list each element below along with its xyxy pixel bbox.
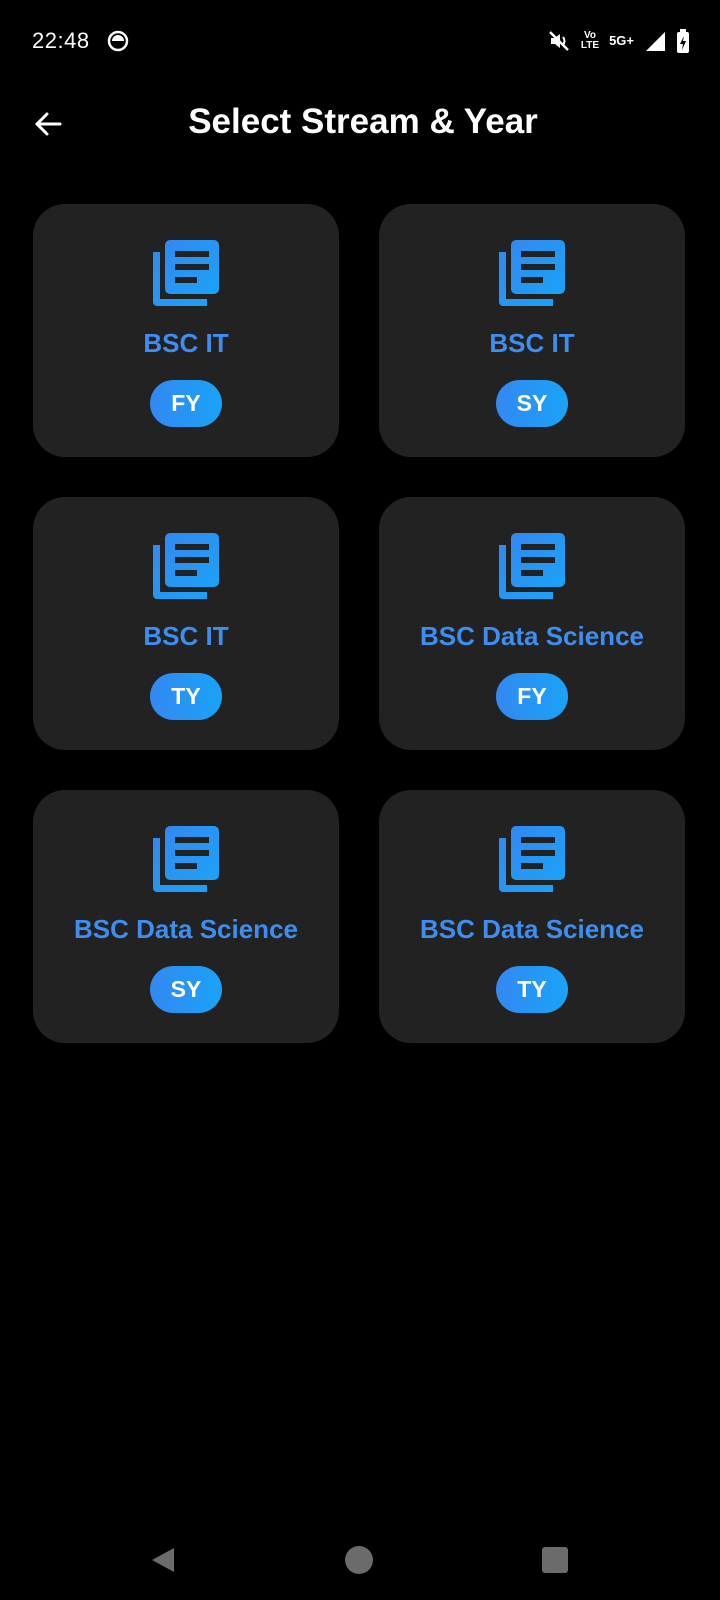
page-title: Select Stream & Year	[188, 102, 538, 141]
card-stream-label: BSC IT	[143, 621, 229, 651]
card-year-badge: SY	[496, 380, 568, 427]
recents-square-icon[interactable]	[537, 1542, 573, 1578]
card-bsc-data-science-fy[interactable]: BSC Data Science FY	[379, 497, 685, 750]
card-year-badge: FY	[150, 380, 222, 427]
mute-icon	[549, 31, 569, 51]
card-stream-label: BSC Data Science	[420, 914, 644, 944]
card-bsc-it-sy[interactable]: BSC IT SY	[379, 204, 685, 457]
home-circle-icon[interactable]	[341, 1542, 377, 1578]
library-books-icon	[499, 533, 565, 599]
card-bsc-it-fy[interactable]: BSC IT FY	[33, 204, 339, 457]
network-label: Vo LTE	[580, 30, 600, 51]
card-stream-label: BSC IT	[143, 328, 229, 358]
card-stream-label: BSC Data Science	[420, 621, 644, 651]
card-stream-label: BSC IT	[489, 328, 575, 358]
card-year-badge: TY	[496, 966, 568, 1013]
battery-charging-icon	[677, 29, 689, 53]
status-bar: 22:48 Vo LTE 5G+	[0, 0, 720, 84]
library-books-icon	[153, 533, 219, 599]
status-time: 22:48	[32, 28, 90, 53]
signal-icon	[646, 32, 665, 51]
library-books-icon	[499, 826, 565, 892]
back-triangle-icon[interactable]	[146, 1542, 182, 1578]
card-year-badge: TY	[150, 673, 222, 720]
system-nav-bar	[0, 1520, 720, 1600]
network-type: 5G+	[609, 33, 634, 48]
library-books-icon	[499, 240, 565, 306]
card-stream-label: BSC Data Science	[74, 914, 298, 944]
card-bsc-it-ty[interactable]: BSC IT TY	[33, 497, 339, 750]
card-bsc-data-science-sy[interactable]: BSC Data Science SY	[33, 790, 339, 1043]
library-books-icon	[153, 240, 219, 306]
card-year-badge: SY	[150, 966, 222, 1013]
library-books-icon	[153, 826, 219, 892]
notification-icon	[107, 30, 129, 52]
app-bar: Select Stream & Year	[0, 84, 720, 168]
status-icons: Vo LTE 5G+	[547, 26, 690, 56]
card-bsc-data-science-ty[interactable]: BSC Data Science TY	[379, 790, 685, 1043]
stream-year-grid: BSC IT FY BSC IT SY BSC IT TY BSC Data S…	[33, 204, 687, 1043]
card-year-badge: FY	[496, 673, 568, 720]
